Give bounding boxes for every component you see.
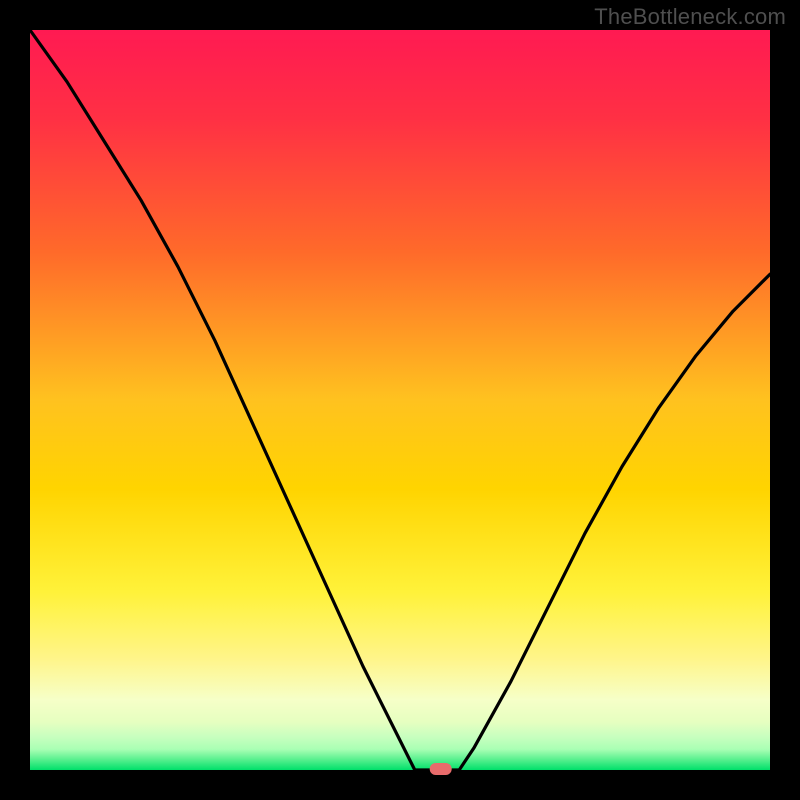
optimal-point-marker <box>430 763 452 775</box>
bottleneck-chart <box>0 0 800 800</box>
watermark-label: TheBottleneck.com <box>594 4 786 30</box>
plot-background <box>30 30 770 770</box>
chart-frame: TheBottleneck.com <box>0 0 800 800</box>
